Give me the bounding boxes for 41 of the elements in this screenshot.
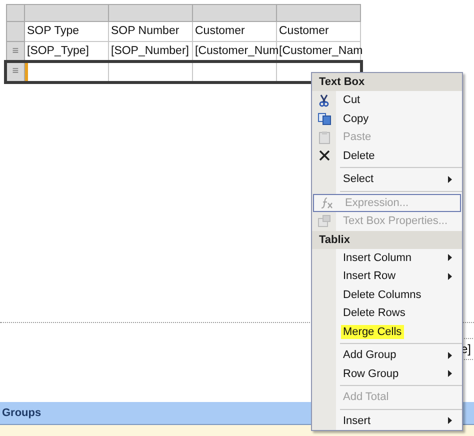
delete-icon	[318, 150, 330, 162]
properties-icon	[318, 215, 330, 228]
menu-item[interactable]: Insert Column	[312, 248, 462, 267]
groups-title: Groups	[2, 407, 42, 419]
menu-item[interactable]: Delete Rows	[312, 304, 462, 322]
header-cell: SOP Number	[109, 22, 193, 42]
submenu-arrow-icon	[448, 176, 452, 183]
submenu-arrow-icon	[448, 370, 452, 378]
menu-item[interactable]: Row Group	[312, 364, 462, 383]
menu-item[interactable]: Merge Cells	[312, 322, 462, 341]
menu-item[interactable]: Delete	[312, 146, 462, 165]
table-cell: [SOP_Number]	[109, 42, 193, 62]
column-handle[interactable]	[109, 4, 193, 22]
column-handle[interactable]	[277, 4, 361, 22]
corner-handle[interactable]	[6, 4, 25, 22]
header-cell: SOP Type	[25, 22, 109, 42]
function-icon	[320, 196, 332, 209]
header-cell: Customer	[193, 22, 277, 42]
menu-item[interactable]: Cut	[312, 91, 462, 110]
column-handle[interactable]	[193, 4, 277, 22]
submenu-arrow-icon	[448, 254, 452, 262]
copy-icon	[318, 112, 330, 125]
table-cell: [SOP_Type]	[25, 42, 109, 62]
menu-item[interactable]: Add Group	[312, 346, 462, 364]
menu-item[interactable]: Select	[312, 170, 462, 188]
menu-item[interactable]: Insert Row	[312, 267, 462, 286]
menu-item[interactable]: Insert	[312, 412, 462, 430]
menu-section-header: Tablix	[312, 230, 462, 248]
submenu-arrow-icon	[448, 272, 452, 280]
clipboard-icon	[318, 130, 330, 144]
menu-item[interactable]: Delete Columns	[312, 286, 462, 304]
table-cell: [Customer_Nam	[277, 42, 361, 62]
scissors-icon	[318, 94, 330, 107]
submenu-arrow-icon	[448, 352, 452, 359]
table-cell: [Customer_Num	[193, 42, 277, 62]
column-handle[interactable]	[25, 4, 109, 22]
menu-section-header: Text Box	[312, 73, 462, 91]
row-handle[interactable]	[6, 22, 25, 42]
submenu-arrow-icon	[448, 417, 452, 424]
header-cell: Customer	[277, 22, 361, 42]
menu-item[interactable]: Copy	[312, 110, 462, 128]
